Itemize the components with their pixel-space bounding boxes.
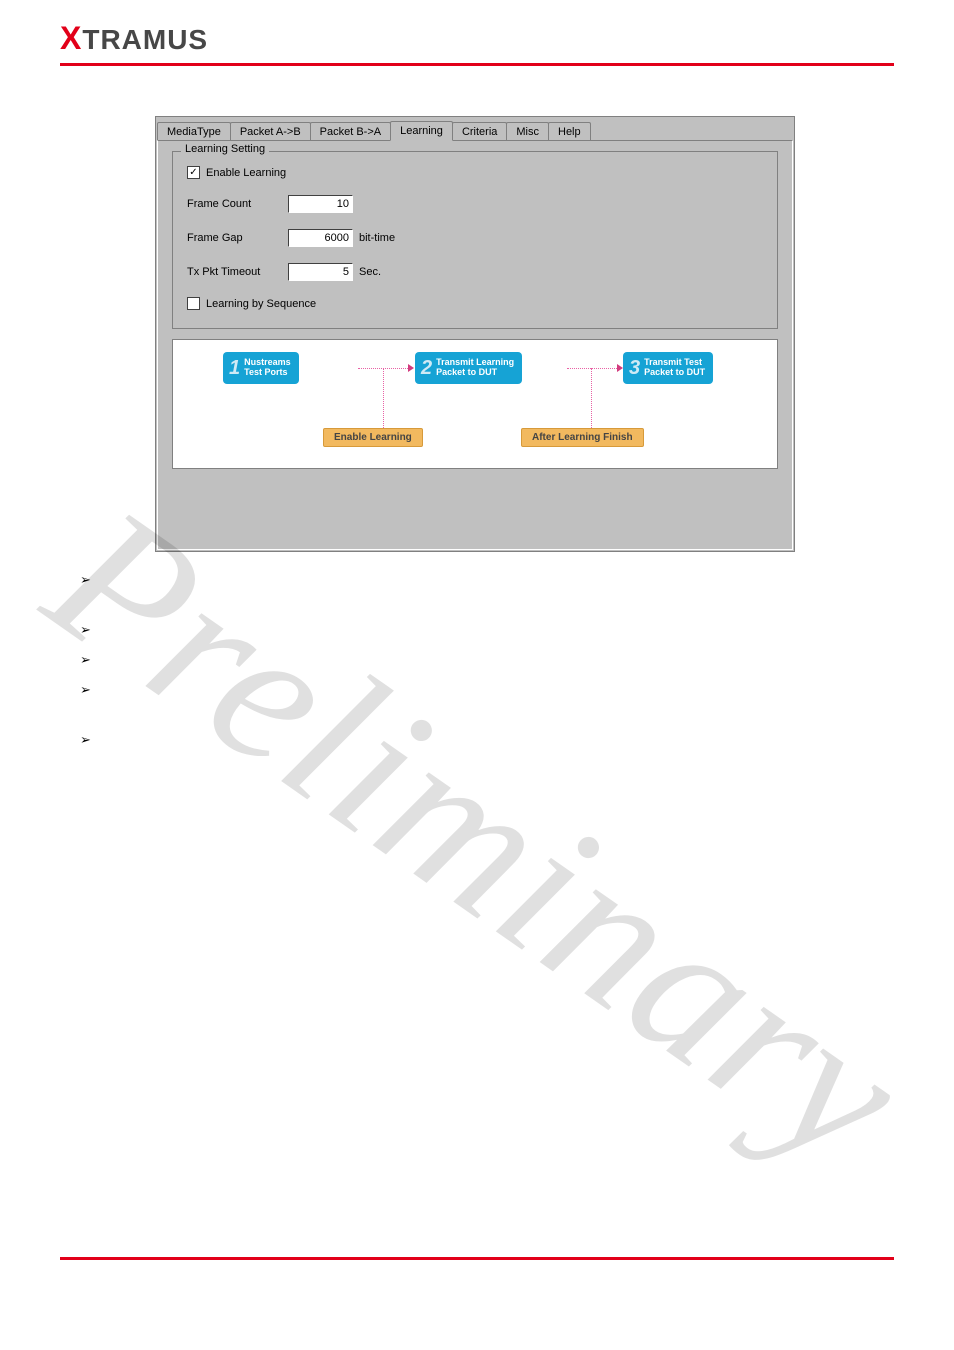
footer-rule <box>60 1257 894 1260</box>
arrow-2-3 <box>567 368 617 369</box>
frame-gap-input[interactable] <box>288 229 353 247</box>
tab-packet-b-a[interactable]: Packet B->A <box>310 122 391 140</box>
tab-body: Learning Setting ✓ Enable Learning Frame… <box>157 140 793 550</box>
after-learning-finish-label-box: After Learning Finish <box>521 428 644 447</box>
step2-num: 2 <box>421 358 432 378</box>
logo-x: X <box>60 20 82 56</box>
tab-strip: MediaType Packet A->B Packet B->A Learni… <box>157 118 793 140</box>
step3-num: 3 <box>629 358 640 378</box>
learning-setting-group: Learning Setting ✓ Enable Learning Frame… <box>172 151 778 329</box>
tab-packet-a-b[interactable]: Packet A->B <box>230 122 311 140</box>
tab-help[interactable]: Help <box>548 122 591 140</box>
tx-pkt-timeout-unit: Sec. <box>359 266 381 278</box>
bullet-icon: ➢ <box>80 682 91 698</box>
enable-learning-checkbox[interactable]: ✓ <box>187 166 200 179</box>
tab-criteria[interactable]: Criteria <box>452 122 507 140</box>
frame-count-input[interactable] <box>288 195 353 213</box>
learning-flow-diagram: 1 NustreamsTest Ports 2 Transmit Learnin… <box>172 339 778 469</box>
tx-pkt-timeout-input[interactable] <box>288 263 353 281</box>
connector-2 <box>591 368 592 428</box>
dialog-screenshot: MediaType Packet A->B Packet B->A Learni… <box>155 116 795 552</box>
header-rule: XTRAMUS <box>60 20 894 66</box>
tab-misc[interactable]: Misc <box>506 122 549 140</box>
frame-gap-unit: bit-time <box>359 232 395 244</box>
learning-by-sequence-checkbox[interactable] <box>187 297 200 310</box>
enable-learning-label: Enable Learning <box>206 167 286 179</box>
tab-learning[interactable]: Learning <box>390 121 453 141</box>
diagram-step-1: 1 NustreamsTest Ports <box>223 352 299 384</box>
tab-mediatype[interactable]: MediaType <box>157 122 231 140</box>
connector-1 <box>383 368 384 428</box>
logo-text: TRAMUS <box>82 24 208 55</box>
bullet-icon: ➢ <box>80 652 91 668</box>
diagram-step-3: 3 Transmit TestPacket to DUT <box>623 352 713 384</box>
groupbox-title: Learning Setting <box>181 143 269 155</box>
diagram-step-2: 2 Transmit LearningPacket to DUT <box>415 352 522 384</box>
step1-num: 1 <box>229 358 240 378</box>
bullet-icon: ➢ <box>80 732 91 748</box>
frame-gap-label: Frame Gap <box>187 232 282 244</box>
frame-count-label: Frame Count <box>187 198 282 210</box>
learning-by-sequence-label: Learning by Sequence <box>206 298 316 310</box>
tx-pkt-timeout-label: Tx Pkt Timeout <box>187 266 282 278</box>
bullet-icon: ➢ <box>80 622 91 638</box>
bullet-icon: ➢ <box>80 572 91 588</box>
arrow-head-1-2-icon <box>408 364 414 372</box>
logo: XTRAMUS <box>60 24 208 55</box>
enable-learning-label-box: Enable Learning <box>323 428 423 447</box>
bullet-list: ➢ ➢ ➢ ➢ ➢ <box>80 572 954 748</box>
